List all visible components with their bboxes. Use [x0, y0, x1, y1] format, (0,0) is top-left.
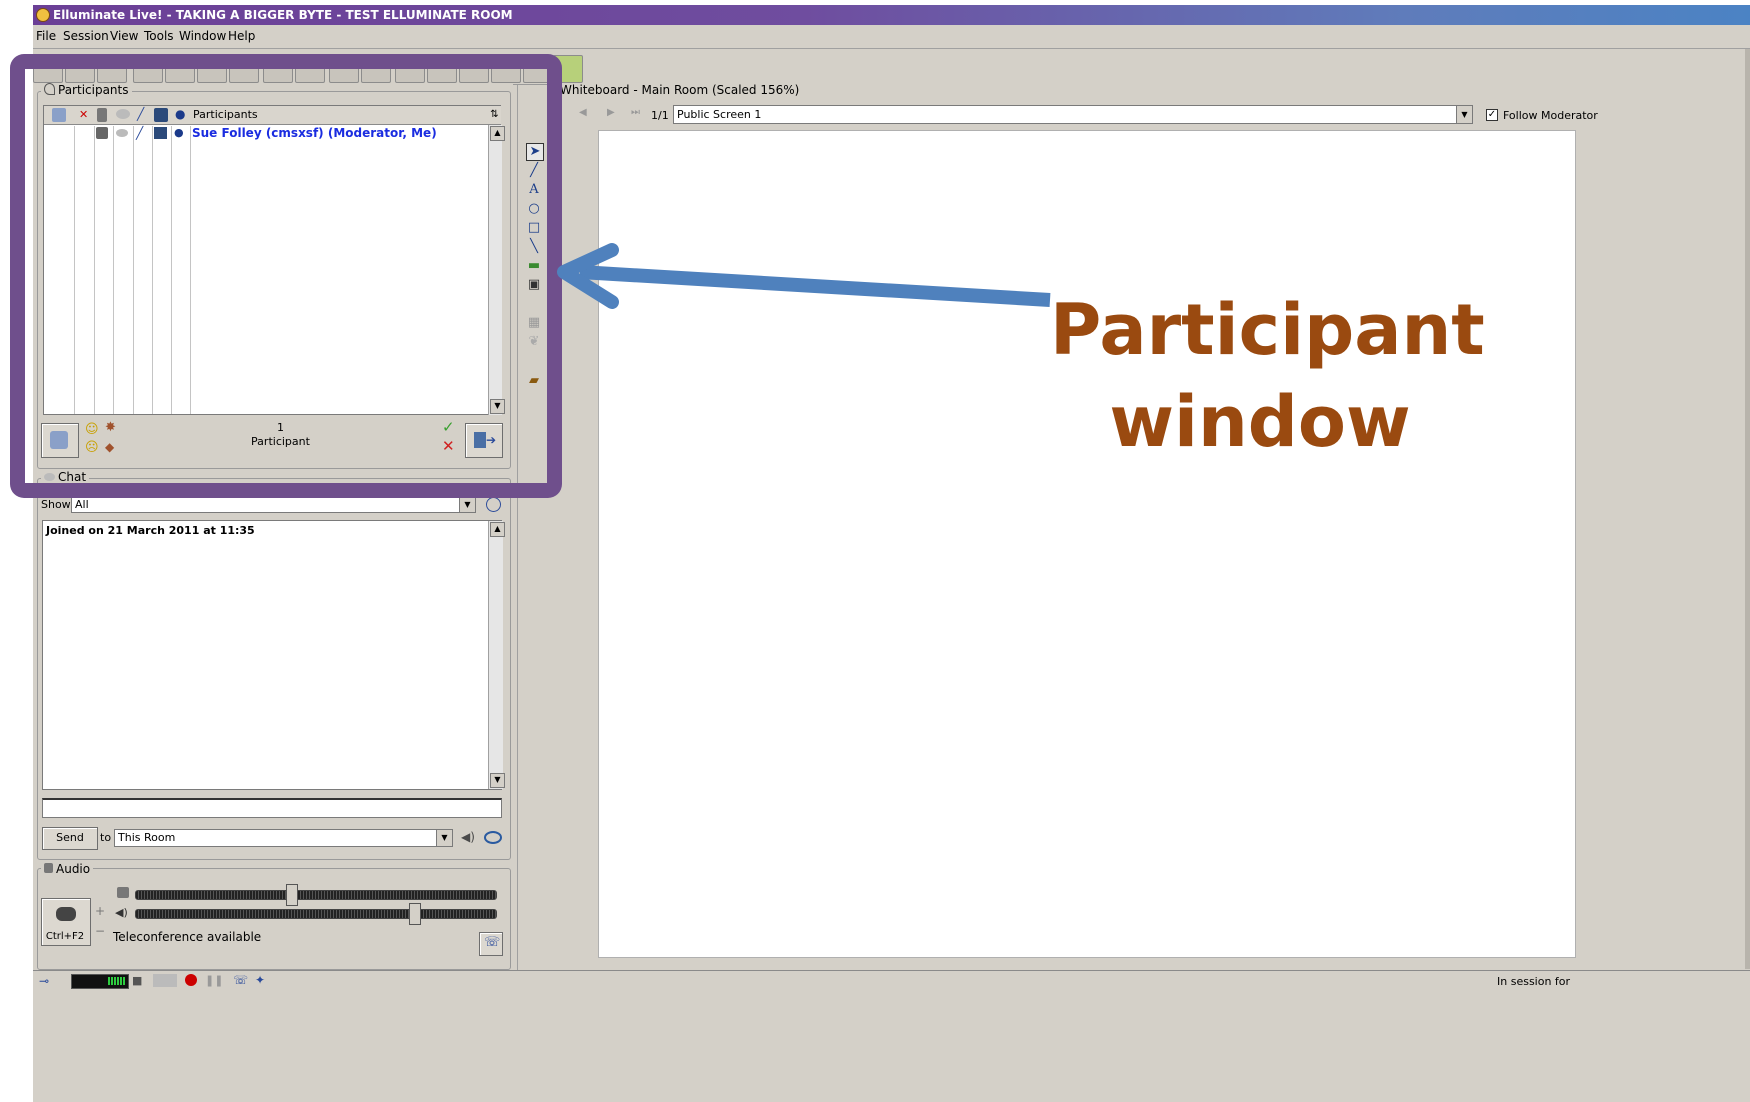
annotation-callout: Participant window — [1050, 284, 1485, 468]
annotation-line-1: Participant — [1050, 289, 1485, 371]
annotation-line-2: window — [1109, 381, 1411, 463]
annotation-arrow — [557, 243, 1051, 309]
annotation-arrow-shaft — [579, 265, 1051, 307]
